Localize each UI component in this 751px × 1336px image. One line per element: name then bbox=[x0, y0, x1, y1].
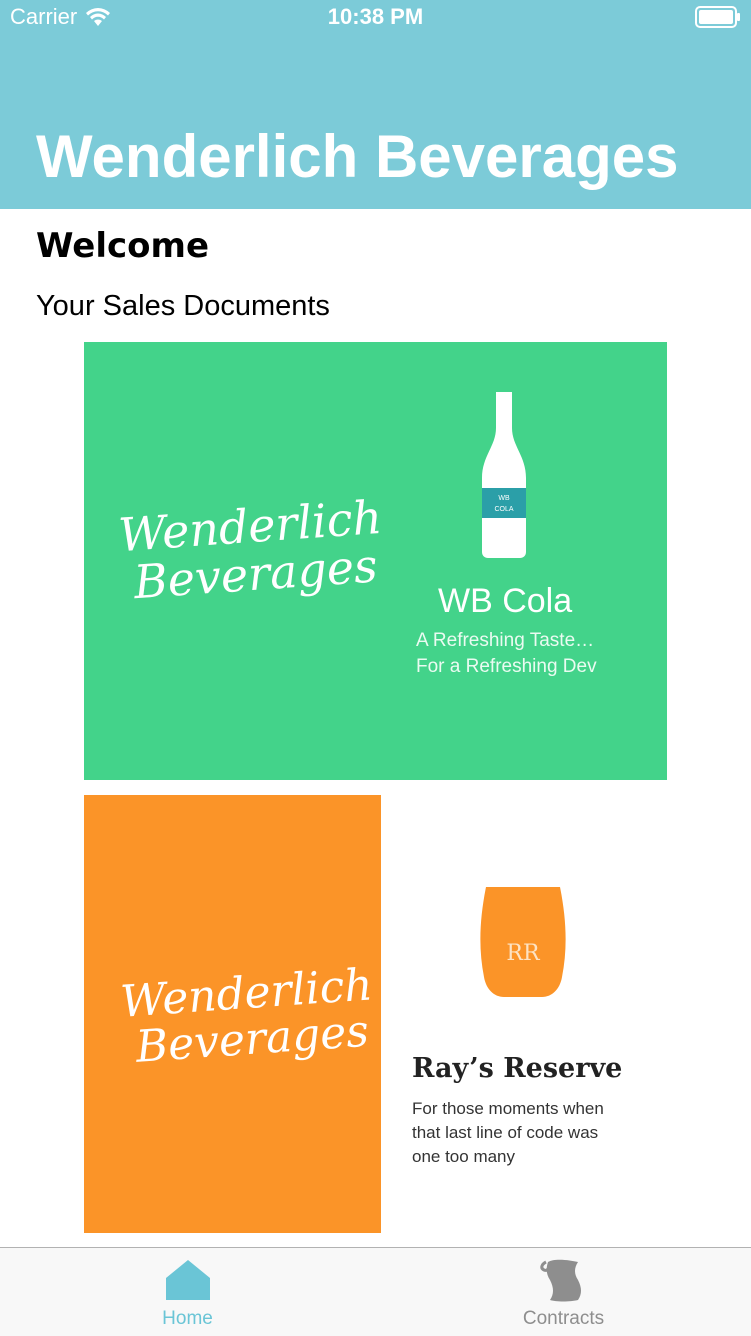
product-tagline: For those moments when that last line of… bbox=[412, 1097, 642, 1169]
wenderlich-logo: Wenderlich Beverages bbox=[119, 959, 377, 1073]
scroll-icon bbox=[540, 1259, 581, 1302]
tab-home-label: Home bbox=[162, 1308, 213, 1329]
wenderlich-logo: Wenderlich Beverages bbox=[117, 490, 387, 610]
product-title: WB Cola bbox=[438, 582, 573, 620]
product-tagline: A Refreshing Taste… For a Refreshing Dev bbox=[416, 628, 597, 680]
tagline-line-1: For those moments when bbox=[412, 1099, 604, 1118]
tagline-line-2: For a Refreshing Dev bbox=[416, 656, 597, 677]
document-card-rays-reserve[interactable]: Wenderlich Beverages RR Ray’s Reserve Fo… bbox=[84, 795, 667, 1233]
tagline-line-3: one too many bbox=[412, 1147, 516, 1166]
tab-home[interactable]: Home bbox=[0, 1248, 375, 1336]
tagline-line-2: that last line of code was bbox=[412, 1123, 599, 1142]
bottle-label-line-1: WB bbox=[498, 495, 510, 502]
reserve-logo-panel: Wenderlich Beverages bbox=[84, 795, 381, 1233]
bottle-icon: WB COLA bbox=[482, 392, 526, 558]
cup-label: RR bbox=[506, 941, 541, 966]
document-card-wb-cola[interactable]: Wenderlich Beverages WB COLA WB Cola A R… bbox=[84, 342, 667, 780]
tagline-line-1: A Refreshing Taste… bbox=[416, 630, 595, 651]
welcome-heading: Welcome bbox=[36, 226, 210, 266]
cup-icon: RR bbox=[480, 887, 566, 997]
status-time: 10:38 PM bbox=[327, 4, 424, 29]
status-bar: Carrier 10:38 PM bbox=[0, 0, 751, 36]
home-icon bbox=[166, 1260, 210, 1300]
product-title: Ray’s Reserve bbox=[412, 1053, 623, 1084]
tab-contracts-label: Contracts bbox=[522, 1308, 605, 1329]
bottle-label-line-2: COLA bbox=[494, 506, 513, 513]
tab-bar: Home Contracts bbox=[0, 1247, 751, 1336]
battery-icon bbox=[695, 6, 740, 28]
large-title: Wenderlich Beverages bbox=[36, 123, 679, 190]
sales-documents-heading: Your Sales Documents bbox=[36, 290, 330, 322]
navigation-header: Carrier 10:38 PM Wenderlich Beverages bbox=[0, 0, 751, 209]
tab-contracts[interactable]: Contracts bbox=[376, 1248, 751, 1336]
